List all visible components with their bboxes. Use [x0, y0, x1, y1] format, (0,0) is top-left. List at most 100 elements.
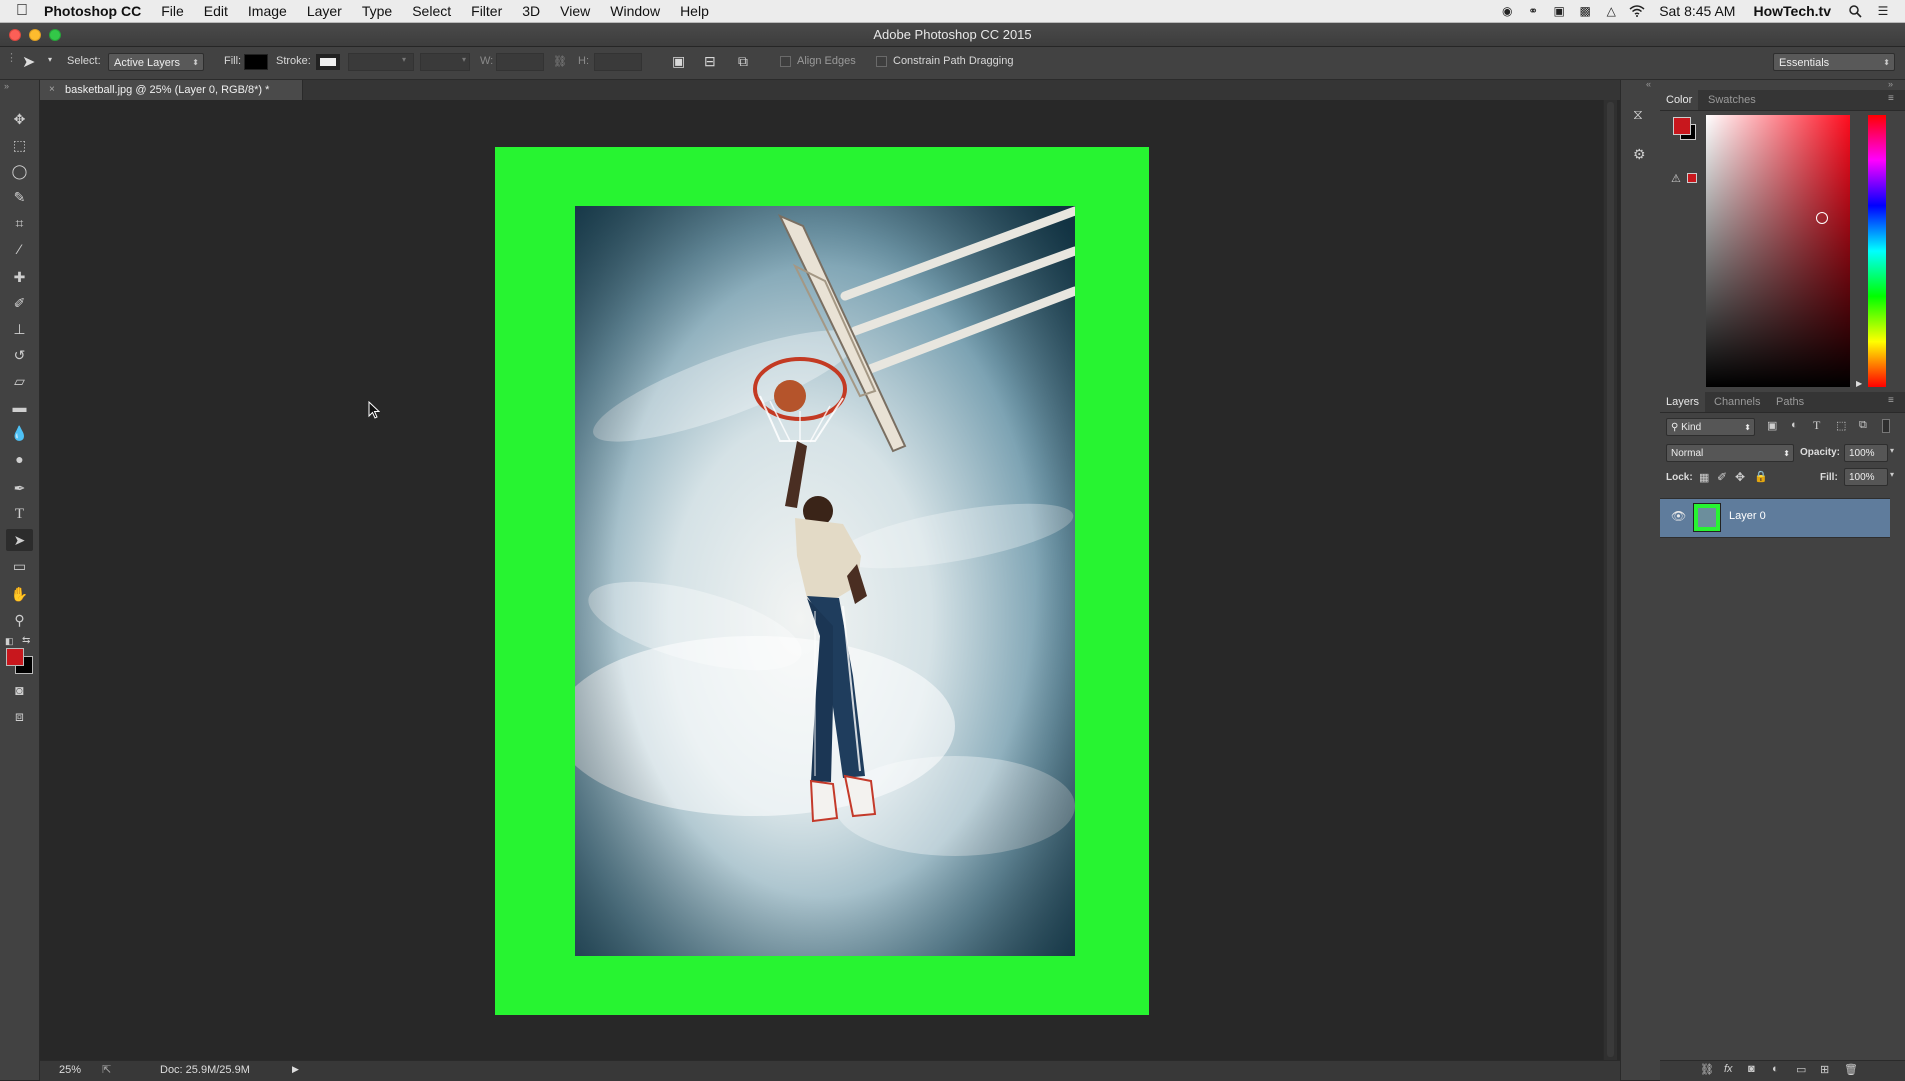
- layer-visibility-eye-icon[interactable]: 👁: [1671, 509, 1686, 523]
- collapse-toolbar-icon[interactable]: »: [4, 81, 9, 91]
- color-picker-field[interactable]: [1706, 115, 1850, 387]
- default-colors-icon[interactable]: ◧: [5, 636, 14, 647]
- collapse-dock-icon[interactable]: »: [1888, 79, 1893, 89]
- swap-colors-icon[interactable]: ⇆: [22, 635, 30, 646]
- canvas-area[interactable]: [40, 100, 1603, 1060]
- apple-menu-icon[interactable]: : [0, 2, 44, 20]
- blur-tool-icon[interactable]: 💧: [6, 422, 33, 444]
- select-scope-dropdown[interactable]: Active Layers ⬍: [108, 53, 204, 71]
- stroke-width-chevron-down-icon[interactable]: ▾: [402, 55, 406, 64]
- pen-tool-icon[interactable]: ✒: [6, 477, 33, 499]
- menu-image[interactable]: Image: [248, 3, 287, 19]
- menu-layer[interactable]: Layer: [307, 3, 342, 19]
- collapse-strip-icon[interactable]: «: [1646, 79, 1651, 89]
- hand-tool-icon[interactable]: ✋: [6, 583, 33, 605]
- share-icon[interactable]: ⇱: [102, 1063, 111, 1076]
- notification-center-icon[interactable]: ☰: [1875, 4, 1891, 18]
- lock-all-icon[interactable]: 🔒: [1754, 470, 1768, 483]
- app-status-icon[interactable]: ▣: [1551, 4, 1567, 18]
- opacity-chevron-down-icon[interactable]: ▾: [1890, 446, 1894, 455]
- tab-paths[interactable]: Paths: [1770, 392, 1810, 412]
- menu-type[interactable]: Type: [362, 3, 392, 19]
- record-icon[interactable]: ◉: [1499, 4, 1515, 18]
- close-document-icon[interactable]: ×: [49, 80, 55, 100]
- align-edges-checkbox[interactable]: [780, 56, 791, 67]
- smart-object-filter-icon[interactable]: ⧉: [1859, 419, 1867, 432]
- rectangle-tool-icon[interactable]: ▭: [6, 555, 33, 577]
- path-arrangement-icon[interactable]: ⧉: [738, 53, 748, 70]
- layer-style-fx-icon[interactable]: fx: [1724, 1063, 1733, 1075]
- height-field[interactable]: [594, 53, 642, 71]
- eraser-tool-icon[interactable]: ▱: [6, 370, 33, 392]
- layer-kind-filter[interactable]: ⚲ Kind ⬍: [1666, 418, 1755, 436]
- path-selection-tool-preset-icon[interactable]: ➤: [22, 52, 35, 72]
- screen-mode-icon[interactable]: ⧈: [6, 705, 33, 727]
- app-menu[interactable]: Photoshop CC: [44, 3, 141, 19]
- spotlight-search-icon[interactable]: [1847, 4, 1863, 18]
- wifi-icon[interactable]: [1629, 4, 1645, 18]
- new-adjustment-layer-icon[interactable]: ◐: [1772, 1063, 1779, 1075]
- menu-3d[interactable]: 3D: [522, 3, 540, 19]
- pixel-layer-filter-icon[interactable]: ▣: [1767, 419, 1777, 432]
- shape-layer-filter-icon[interactable]: ⬚: [1836, 419, 1846, 432]
- zoom-level[interactable]: 25%: [59, 1064, 81, 1076]
- layer-name[interactable]: Layer 0: [1729, 510, 1766, 522]
- delete-layer-trash-icon[interactable]: 🗑: [1844, 1063, 1858, 1076]
- gamut-warning-icon[interactable]: ⚠: [1671, 172, 1681, 185]
- creative-cloud-icon[interactable]: ⚭: [1525, 4, 1541, 18]
- vertical-scrollbar[interactable]: [1603, 100, 1617, 1060]
- eyedropper-tool-icon[interactable]: ⁄: [6, 238, 33, 260]
- menu-filter[interactable]: Filter: [471, 3, 502, 19]
- stroke-swatch[interactable]: [316, 54, 340, 70]
- lock-image-pixels-icon[interactable]: ✐: [1717, 470, 1727, 484]
- workspace-dropdown[interactable]: Essentials ⬍: [1773, 53, 1895, 71]
- vertical-scroll-thumb[interactable]: [1607, 102, 1614, 1057]
- layers-panel-menu-icon[interactable]: ≡: [1888, 395, 1894, 406]
- fill-chevron-down-icon[interactable]: ▾: [1890, 470, 1894, 479]
- zoom-tool-icon[interactable]: ⚲: [6, 609, 33, 631]
- clone-stamp-tool-icon[interactable]: ⊥: [6, 318, 33, 340]
- lock-transparent-pixels-icon[interactable]: ▦: [1699, 471, 1709, 484]
- quick-selection-tool-icon[interactable]: ✎: [6, 186, 33, 208]
- gamut-color-swatch[interactable]: [1687, 173, 1697, 183]
- path-alignment-icon[interactable]: ⊟: [704, 53, 716, 70]
- lock-position-icon[interactable]: ✥: [1735, 470, 1745, 484]
- add-mask-icon[interactable]: ◙: [1748, 1063, 1755, 1075]
- tab-layers[interactable]: Layers: [1660, 392, 1706, 412]
- adjustment-layer-filter-icon[interactable]: ◐: [1791, 419, 1798, 431]
- gradient-tool-icon[interactable]: ▬: [6, 396, 33, 418]
- menu-file[interactable]: File: [161, 3, 184, 19]
- quick-mask-icon[interactable]: ◙: [6, 679, 33, 701]
- opacity-field[interactable]: 100%: [1844, 444, 1888, 462]
- constrain-path-checkbox[interactable]: [876, 56, 887, 67]
- dodge-tool-icon[interactable]: ●: [6, 448, 33, 470]
- foreground-color-swatch[interactable]: [6, 648, 24, 666]
- hue-slider[interactable]: [1868, 115, 1886, 387]
- color-picker-marker[interactable]: [1816, 212, 1828, 224]
- menu-window[interactable]: Window: [610, 3, 660, 19]
- menu-help[interactable]: Help: [680, 3, 709, 19]
- type-tool-icon[interactable]: T: [6, 503, 33, 525]
- document-tab[interactable]: × basketball.jpg @ 25% (Layer 0, RGB/8*)…: [40, 80, 303, 100]
- filter-toggle-switch[interactable]: [1882, 419, 1890, 433]
- tool-preset-chevron-down-icon[interactable]: ▾: [48, 55, 52, 64]
- healing-brush-tool-icon[interactable]: ✚: [6, 266, 33, 288]
- tab-channels[interactable]: Channels: [1708, 392, 1766, 412]
- hue-slider-handle-icon[interactable]: ▶: [1856, 379, 1862, 388]
- type-layer-filter-icon[interactable]: T: [1813, 418, 1820, 433]
- properties-panel-icon[interactable]: ⚙: [1633, 146, 1646, 163]
- menu-select[interactable]: Select: [412, 3, 451, 19]
- tab-color[interactable]: Color: [1660, 90, 1699, 110]
- tab-swatches[interactable]: Swatches: [1702, 90, 1762, 110]
- blend-mode-dropdown[interactable]: Normal ⬍: [1666, 444, 1794, 462]
- path-selection-tool-icon[interactable]: ➤: [6, 529, 33, 551]
- color-panel-menu-icon[interactable]: ≡: [1888, 93, 1894, 104]
- color-foreground-swatch[interactable]: [1673, 117, 1691, 135]
- menu-view[interactable]: View: [560, 3, 590, 19]
- fill-swatch[interactable]: [244, 54, 268, 70]
- path-operations-icon[interactable]: ▣: [672, 53, 685, 70]
- history-brush-tool-icon[interactable]: ↺: [6, 344, 33, 366]
- stroke-type-chevron-down-icon[interactable]: ▾: [462, 55, 466, 64]
- layer-row[interactable]: 👁 Layer 0: [1660, 498, 1890, 538]
- sync-icon[interactable]: ▩: [1577, 4, 1593, 18]
